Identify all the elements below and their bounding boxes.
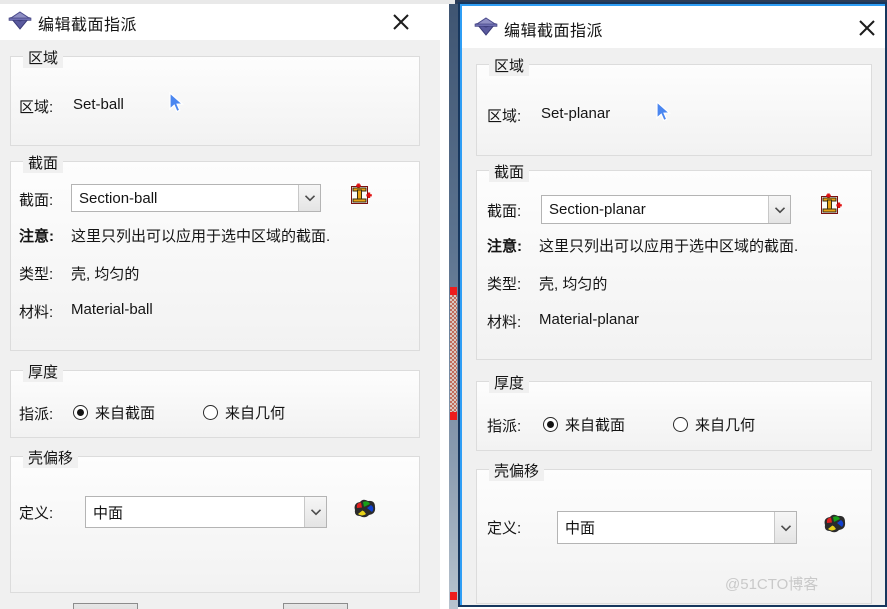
left-dialog-title: 编辑截面指派 [38,17,138,34]
material-value: Material-ball [71,301,153,318]
note-label: 注意: [487,238,522,255]
screenshot-root: 编辑截面指派 区域 区域: Set-ball 截面 截面: Section-ba… [0,0,887,609]
radio-from-section-label: 来自截面 [95,405,156,422]
thickness-option-from-geometry[interactable]: 来自几何 [673,414,755,435]
close-icon[interactable] [854,15,880,41]
section-group-right: 截面 截面: Section-planar 注意: 这里只列出可以应用于选中区域… [476,161,872,360]
create-section-icon[interactable] [819,193,845,226]
thickness-assign-label: 指派: [19,406,54,423]
region-group-title: 区域 [23,47,64,68]
thickness-group-left: 厚度 指派: 来自截面 来自几何 [10,361,420,438]
material-label: 材料: [487,314,522,331]
scrollbar-up-marker[interactable] [450,287,457,295]
note-value: 这里只列出可以应用于选中区域的截面. [71,228,331,245]
type-label: 类型: [19,266,54,283]
material-label: 材料: [19,304,54,321]
color-palette-icon[interactable] [821,512,849,543]
thickness-option-from-section[interactable]: 来自截面 [543,414,625,435]
thickness-assign-label: 指派: [487,418,522,435]
thickness-group-right: 厚度 指派: 来自截面 来自几何 [476,372,872,451]
chevron-down-icon[interactable] [304,497,326,527]
chevron-down-icon[interactable] [768,196,790,223]
offset-definition-label: 定义: [19,505,54,522]
mouse-cursor-icon [655,100,673,123]
vertical-scrollbar-thumb[interactable] [450,295,457,415]
dialog-button-left-1[interactable] [73,603,138,609]
material-value: Material-planar [539,311,640,328]
dialog-button-left-2[interactable] [283,603,348,609]
region-label: 区域: [487,108,522,125]
region-group-title: 区域 [489,55,530,76]
region-value: Set-ball [73,96,124,113]
radio-from-geometry[interactable] [673,417,688,432]
thickness-option-from-section[interactable]: 来自截面 [73,402,155,423]
scrollbar-bottom-marker[interactable] [450,592,457,600]
right-titlebar: 编辑截面指派 [462,6,885,48]
color-palette-icon[interactable] [351,497,379,528]
thickness-group-title: 厚度 [23,361,64,382]
offset-definition-combobox[interactable]: 中面 [557,511,797,544]
watermark: @51CTO博客 [725,576,819,593]
thickness-option-from-geometry[interactable]: 来自几何 [203,402,285,423]
region-group-right: 区域 区域: Set-planar [476,55,872,156]
type-value: 壳, 均匀的 [71,266,140,283]
section-combobox-value: Section-ball [79,189,158,207]
region-value: Set-planar [541,105,611,122]
shell-offset-group-right: 壳偏移 定义: 中面 @51CTO博客 [476,460,872,604]
note-value: 这里只列出可以应用于选中区域的截面. [539,238,799,255]
note-label: 注意: [19,228,54,245]
region-group-left: 区域 区域: Set-ball [10,47,420,146]
section-group-title: 截面 [23,152,64,173]
create-section-icon[interactable] [349,183,375,216]
section-combobox[interactable]: Section-ball [71,184,321,212]
edit-section-assignment-dialog-right: 编辑截面指派 区域 区域: Set-planar 截面 截面: Section-… [458,2,887,607]
abaqus-diamond-icon [8,10,32,32]
section-combobox-value: Section-planar [549,201,646,218]
type-label: 类型: [487,276,522,293]
offset-definition-combobox[interactable]: 中面 [85,496,327,528]
section-combobox[interactable]: Section-planar [541,195,791,224]
left-dialog-body: 区域 区域: Set-ball 截面 截面: Section-ball 注意: … [0,40,440,609]
right-dialog-body: 区域 区域: Set-planar 截面 截面: Section-planar [462,48,885,605]
edit-section-assignment-dialog-left: 编辑截面指派 区域 区域: Set-ball 截面 截面: Section-ba… [0,4,440,609]
radio-from-geometry[interactable] [203,405,218,420]
chevron-down-icon[interactable] [774,512,796,543]
thickness-group-title: 厚度 [489,372,530,393]
radio-from-section[interactable] [73,405,88,420]
left-titlebar: 编辑截面指派 [0,4,440,40]
section-label: 截面: [19,192,54,209]
section-label: 截面: [487,203,522,220]
type-value: 壳, 均匀的 [539,276,608,293]
section-group-left: 截面 截面: Section-ball 注意: 这里只列出可以应用于选中区域的截… [10,152,420,351]
radio-from-section[interactable] [543,417,558,432]
chevron-down-icon[interactable] [298,185,320,211]
section-group-title: 截面 [489,161,530,182]
radio-from-geometry-label: 来自几何 [225,405,286,422]
abaqus-diamond-icon [474,16,498,38]
radio-from-geometry-label: 来自几何 [695,417,756,434]
close-icon[interactable] [388,9,414,35]
shell-offset-group-title: 壳偏移 [23,447,79,468]
shell-offset-group-left: 壳偏移 定义: 中面 [10,447,420,593]
offset-definition-value: 中面 [93,504,124,522]
scrollbar-down-marker[interactable] [450,412,457,420]
offset-definition-value: 中面 [565,520,596,537]
mouse-cursor-icon [168,91,186,114]
region-label: 区域: [19,99,54,116]
right-dialog-title: 编辑截面指派 [504,23,604,40]
radio-from-section-label: 来自截面 [565,417,626,434]
shell-offset-group-title: 壳偏移 [489,460,545,481]
offset-definition-label: 定义: [487,520,522,537]
